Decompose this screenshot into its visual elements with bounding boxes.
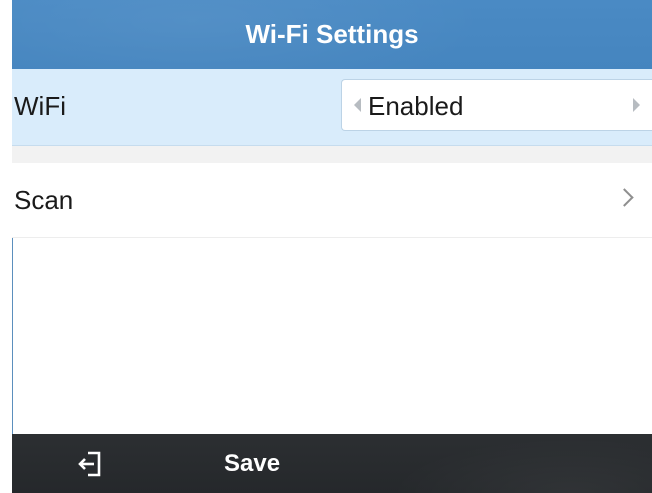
page-title: Wi-Fi Settings — [245, 19, 419, 49]
wifi-value: Enabled — [368, 91, 464, 121]
back-button[interactable] — [70, 444, 110, 484]
title-bar: Wi-Fi Settings — [12, 0, 652, 69]
wifi-option-selector[interactable]: Enabled — [341, 79, 652, 131]
arrow-right-icon[interactable] — [633, 98, 640, 112]
save-button[interactable]: Save — [212, 448, 292, 480]
chevron-right-icon — [615, 188, 634, 207]
scan-row[interactable]: Scan — [12, 163, 652, 238]
wifi-settings-screen: Wi-Fi Settings WiFi Enabled Scan Save — [12, 0, 652, 493]
softkey-bar: Save — [12, 434, 652, 493]
wifi-label: WiFi — [14, 91, 66, 121]
arrow-left-icon[interactable] — [354, 98, 361, 112]
back-exit-icon — [78, 451, 101, 477]
scan-label: Scan — [14, 185, 74, 215]
wifi-row[interactable]: WiFi Enabled — [12, 69, 652, 146]
section-divider — [12, 146, 652, 163]
